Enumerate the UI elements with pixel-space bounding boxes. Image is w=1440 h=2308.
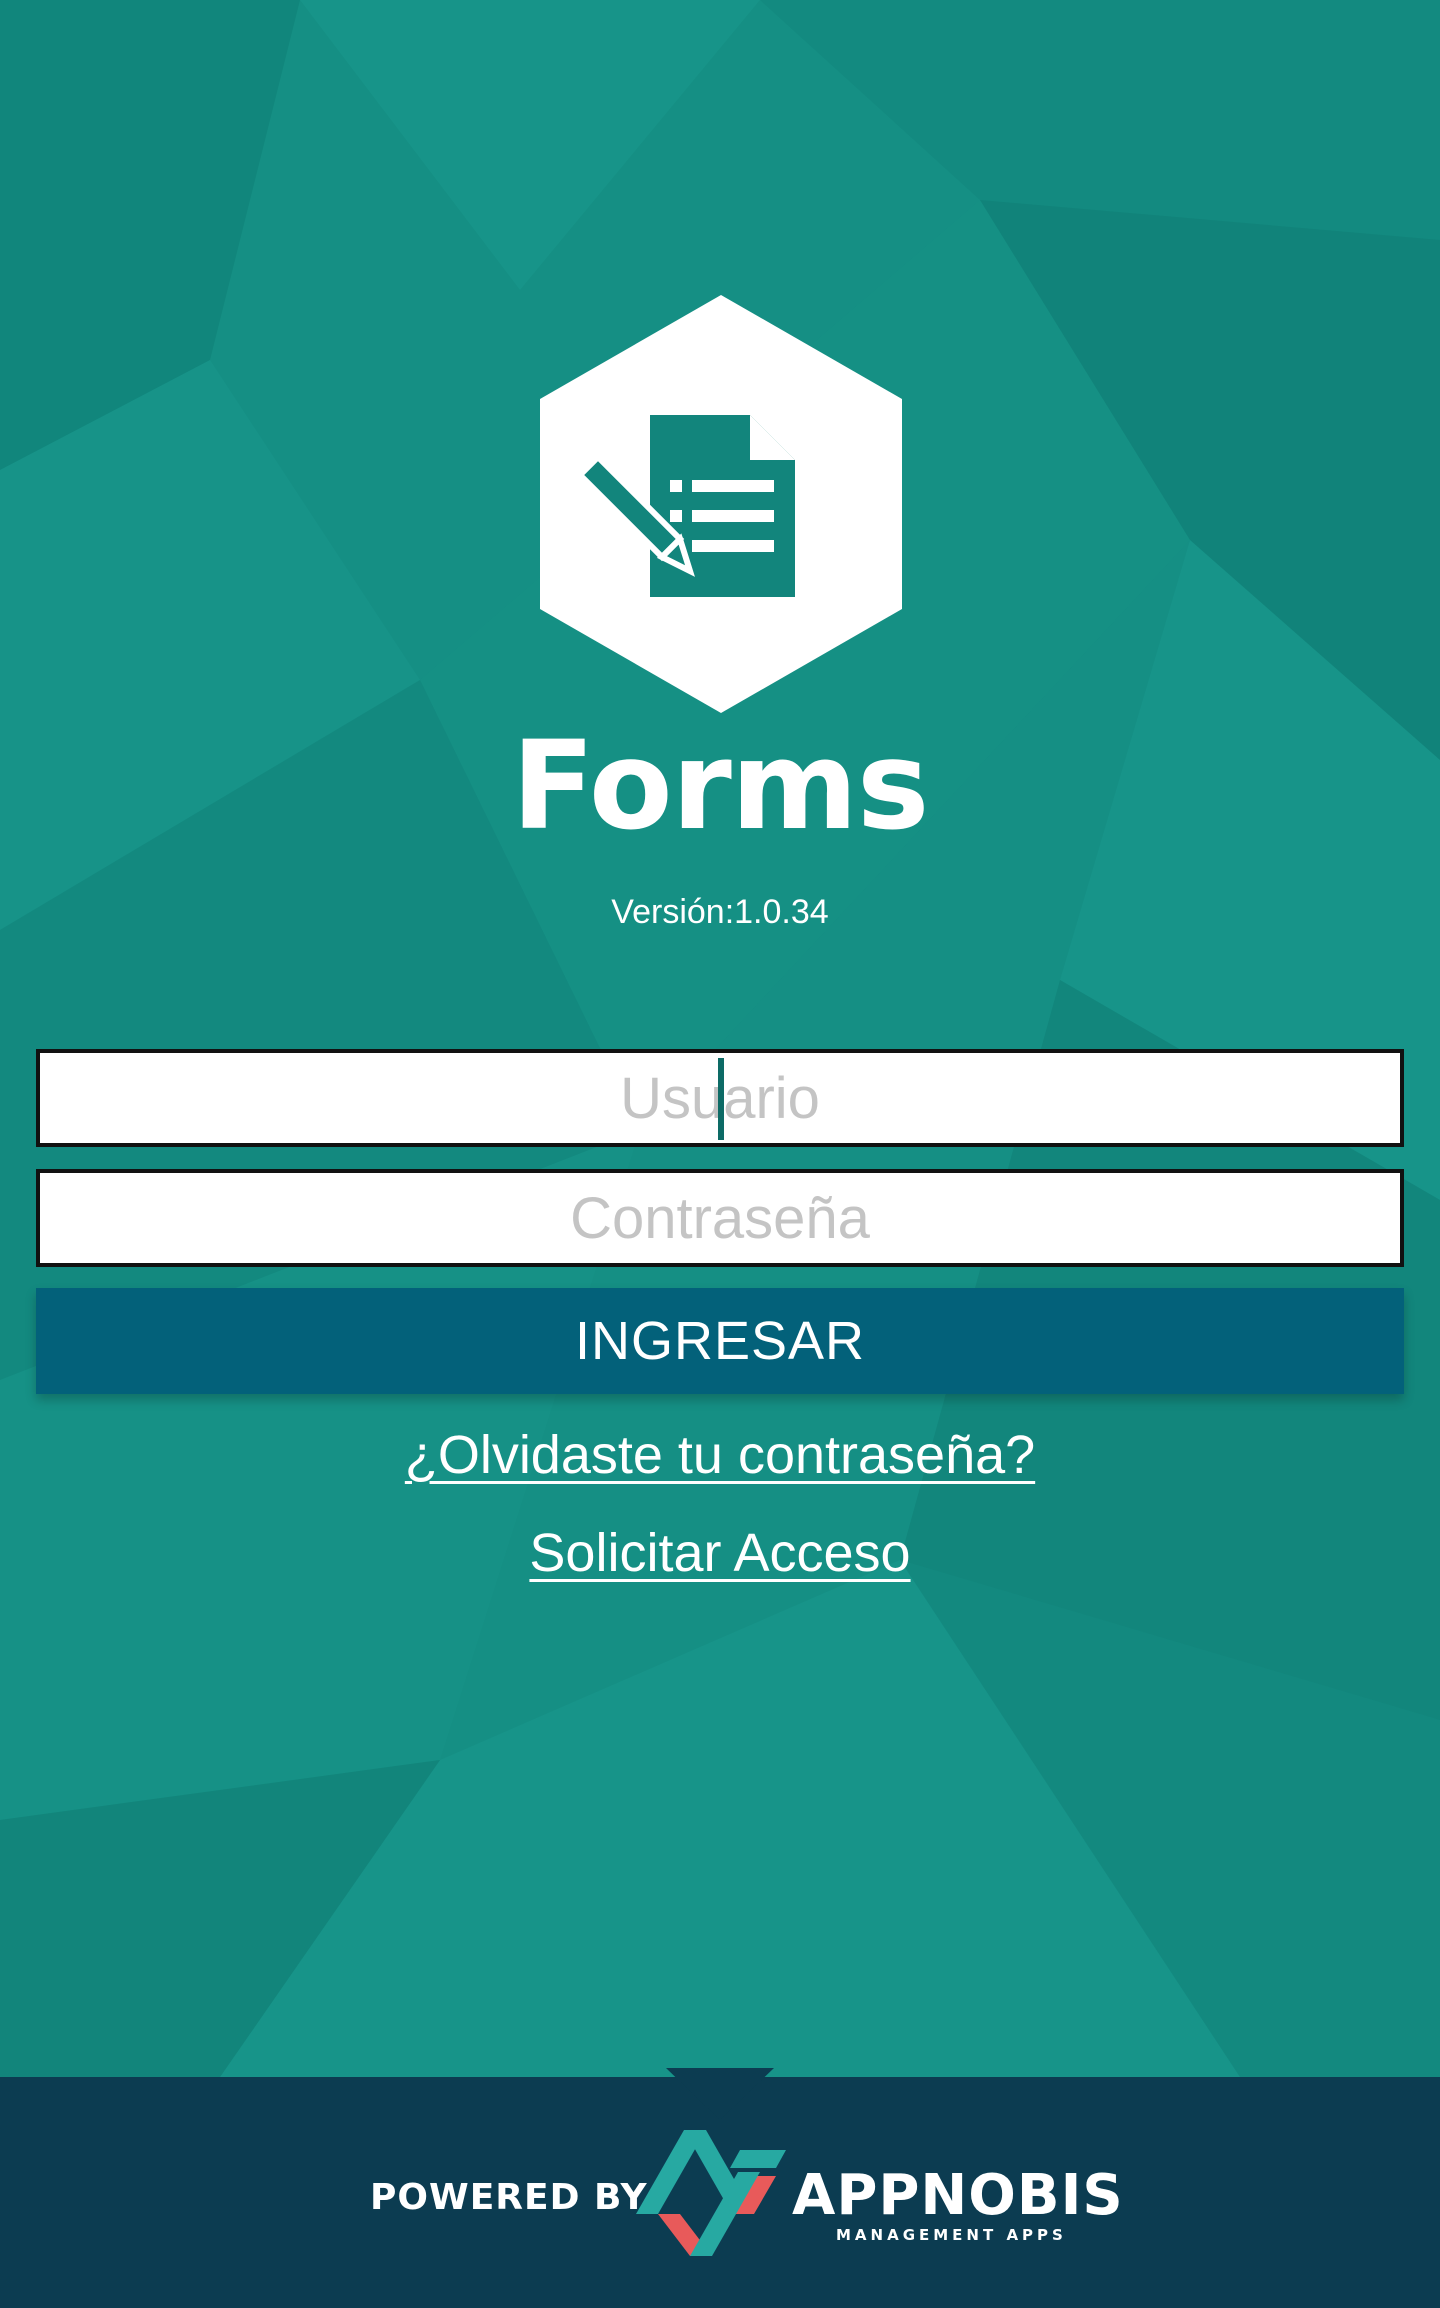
forms-logo-icon bbox=[540, 295, 902, 713]
app-title: Forms bbox=[511, 715, 929, 857]
appnobis-logo-icon bbox=[636, 2130, 786, 2256]
brand-name: APPNOBIS bbox=[792, 2163, 1124, 2228]
footer-notch bbox=[666, 2068, 774, 2120]
text-cursor bbox=[718, 1058, 724, 1140]
app-version: Versión:1.0.34 bbox=[611, 893, 829, 931]
forgot-password-row: ¿Olvidaste tu contraseña? bbox=[0, 1422, 1440, 1488]
request-access-row: Solicitar Acceso bbox=[0, 1520, 1440, 1586]
brand-tagline: MANAGEMENT APPS bbox=[836, 2226, 1067, 2244]
request-access-link[interactable]: Solicitar Acceso bbox=[529, 1523, 910, 1583]
forgot-password-link[interactable]: ¿Olvidaste tu contraseña? bbox=[405, 1425, 1035, 1485]
password-input[interactable] bbox=[36, 1169, 1404, 1267]
login-button[interactable]: INGRESAR bbox=[36, 1288, 1404, 1394]
powered-by-label: POWERED BY bbox=[370, 2177, 648, 2218]
login-screen: Forms Versión:1.0.34 INGRESAR ¿Olvidaste… bbox=[0, 0, 1440, 2308]
